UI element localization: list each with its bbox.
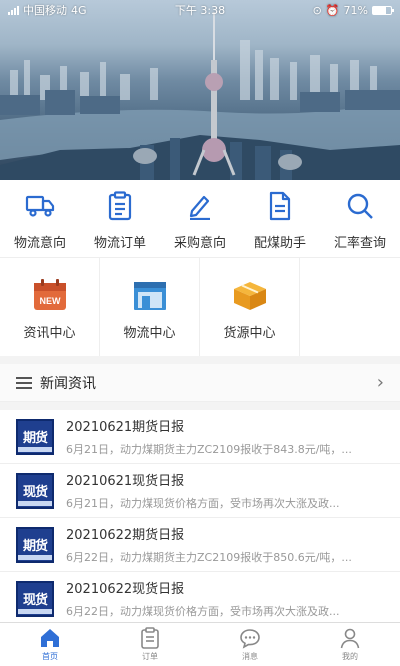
quick-nav-purchase-intent[interactable]: 采购意向 <box>160 180 240 257</box>
quick-nav-label: 采购意向 <box>173 236 226 251</box>
news-title: 20210621现货日报 <box>66 474 185 489</box>
home-icon <box>41 629 59 647</box>
news-section-header[interactable]: 新闻资讯 › <box>0 364 400 402</box>
news-thumbnail: 期货 <box>16 418 54 455</box>
news-snippet: 6月22日，动力煤期货主力ZC2109报收于850.6元/吨，... <box>66 551 352 564</box>
clipboard-icon <box>104 190 136 222</box>
news-snippet: 6月21日，动力煤现货价格方面，受市场再次大涨及政... <box>66 497 340 510</box>
document-icon <box>264 190 296 222</box>
city-skyline-image <box>0 12 400 180</box>
battery-icon <box>372 5 394 15</box>
tab-messages[interactable]: 消息 <box>200 623 300 666</box>
module-grid: NEW 资讯中心 物流中心 货源中心 <box>0 258 400 356</box>
calendar-new-icon: NEW <box>33 279 66 310</box>
news-list: 期货 20210621期货日报 6月21日，动力煤期货主力ZC2109报收于84… <box>0 410 400 622</box>
thumbnail-label: 现货 <box>22 485 48 500</box>
quick-nav-exchange-rate[interactable]: 汇率查询 <box>320 180 400 257</box>
news-title: 20210622期货日报 <box>66 528 185 543</box>
quick-nav: 物流意向 物流订单 采购意向 配煤助手 汇率查询 <box>0 180 400 258</box>
quick-nav-coal-blending[interactable]: 配煤助手 <box>240 180 320 257</box>
quick-nav-label: 物流订单 <box>93 236 146 251</box>
orientation-lock-icon: ⊙ <box>312 3 322 17</box>
svg-text:NEW: NEW <box>39 296 61 306</box>
module-news-center[interactable]: NEW 资讯中心 <box>0 258 100 356</box>
carrier-label: 中国移动 <box>23 4 67 17</box>
alarm-icon: ⏰ <box>325 3 340 17</box>
chevron-right-icon[interactable]: › <box>377 372 384 393</box>
news-title: 20210621期货日报 <box>66 420 185 435</box>
section-divider <box>0 356 400 364</box>
quick-nav-logistics-intent[interactable]: 物流意向 <box>0 180 80 257</box>
quick-nav-label: 汇率查询 <box>333 236 386 251</box>
truck-icon <box>24 190 56 222</box>
chat-icon <box>240 629 260 649</box>
module-label: 资讯中心 <box>23 326 76 341</box>
user-icon <box>340 628 360 649</box>
tab-orders[interactable]: 订单 <box>100 623 200 666</box>
warehouse-icon <box>133 282 166 310</box>
thumbnail-label: 期货 <box>22 539 48 554</box>
hero-banner[interactable] <box>0 0 400 180</box>
news-item[interactable]: 现货 20210621现货日报 6月21日，动力煤现货价格方面，受市场再次大涨及… <box>0 464 400 518</box>
battery-percent: 71% <box>343 3 368 17</box>
status-bar: 中国移动 4G 下午 3:38 ⊙ ⏰ 71% <box>0 0 400 20</box>
news-snippet: 6月21日，动力煤期货主力ZC2109报收于843.8元/吨，... <box>66 443 352 456</box>
module-supply-center[interactable]: 货源中心 <box>200 258 300 356</box>
network-label: 4G <box>71 3 87 17</box>
thumbnail-label: 现货 <box>22 593 48 608</box>
news-thumbnail: 期货 <box>16 526 54 563</box>
news-thumbnail: 现货 <box>16 580 54 617</box>
module-placeholder <box>300 258 400 356</box>
news-item[interactable]: 期货 20210622期货日报 6月22日，动力煤期货主力ZC2109报收于85… <box>0 518 400 572</box>
box-icon <box>233 282 266 310</box>
module-label: 物流中心 <box>123 326 176 341</box>
search-icon <box>344 190 376 222</box>
order-icon <box>141 627 159 649</box>
module-logistics-center[interactable]: 物流中心 <box>100 258 200 356</box>
tab-label: 消息 <box>242 652 258 661</box>
quick-nav-label: 物流意向 <box>13 236 66 251</box>
pencil-icon <box>184 190 216 222</box>
section-divider <box>0 402 400 410</box>
news-thumbnail: 现货 <box>16 472 54 509</box>
signal-icon <box>8 5 19 15</box>
tab-profile[interactable]: 我的 <box>300 623 400 666</box>
news-snippet: 6月22日，动力煤现货价格方面，受市场再次大涨及政... <box>66 605 340 618</box>
news-item[interactable]: 期货 20210621期货日报 6月21日，动力煤期货主力ZC2109报收于84… <box>0 410 400 464</box>
quick-nav-logistics-orders[interactable]: 物流订单 <box>80 180 160 257</box>
tab-home[interactable]: 首页 <box>0 623 100 666</box>
tab-label: 首页 <box>42 652 58 661</box>
module-label: 货源中心 <box>223 326 276 341</box>
news-title: 20210622现货日报 <box>66 582 185 597</box>
news-item[interactable]: 现货 20210622现货日报 6月22日，动力煤现货价格方面，受市场再次大涨及… <box>0 572 400 622</box>
tab-label: 订单 <box>142 652 158 661</box>
quick-nav-label: 配煤助手 <box>253 236 306 251</box>
list-icon <box>16 376 32 389</box>
news-section-title: 新闻资讯 <box>40 375 96 392</box>
bottom-tab-bar: 首页 订单 消息 我的 <box>0 622 400 666</box>
tab-label: 我的 <box>342 652 358 661</box>
thumbnail-label: 期货 <box>22 431 48 446</box>
